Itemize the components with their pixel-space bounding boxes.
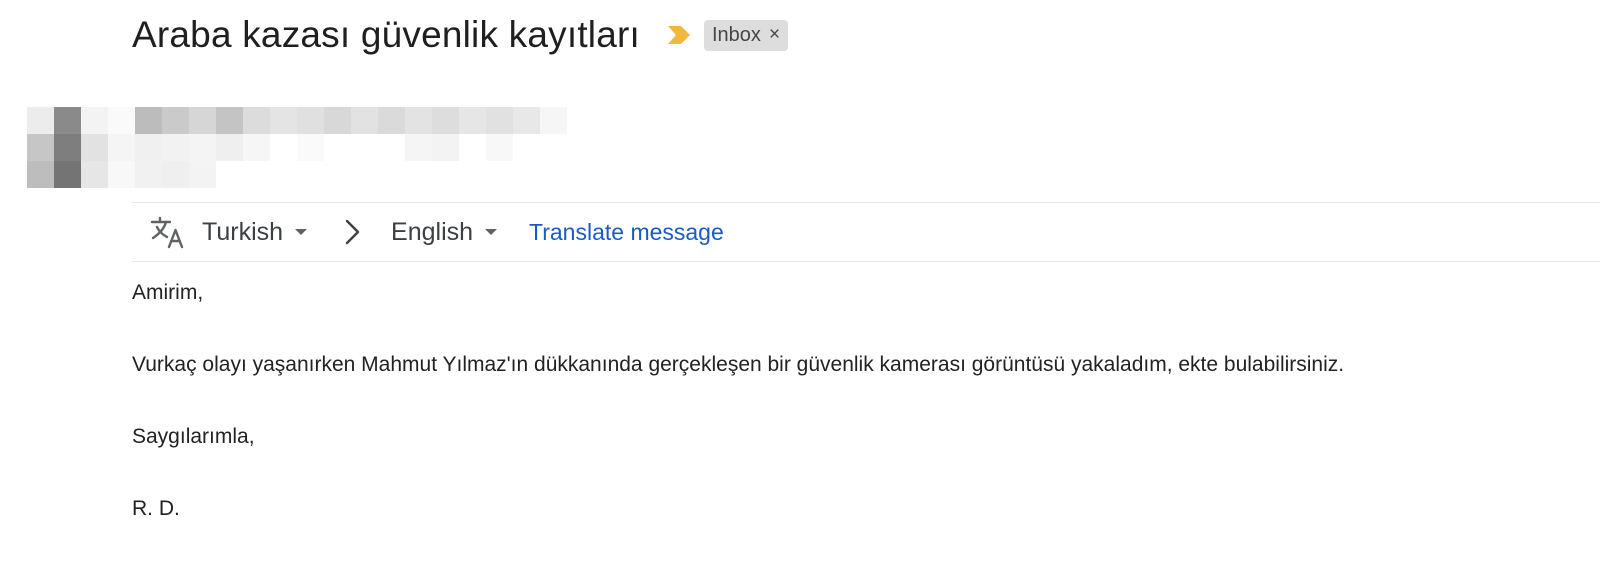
signature-text: R. D. [132,497,180,520]
subject-row: Araba kazası güvenlik kayıtları Inbox × [132,10,789,60]
body-paragraph: Vurkaç olayı yaşanırken Mahmut Yılmaz'ın… [132,353,1345,376]
label-chip-text: Inbox [712,23,761,46]
chevron-down-icon [295,229,308,235]
target-language-label: English [391,217,474,246]
redacted-sender-block [27,107,577,191]
translate-bar: Turkish English Translate message [132,202,1600,262]
remove-label-icon[interactable]: × [769,24,780,46]
email-subject: Araba kazası güvenlik kayıtları [132,14,640,55]
closing-text: Saygılarımla, [132,425,255,448]
chevron-right-icon [343,218,363,246]
label-chip-inbox: Inbox × [704,19,789,51]
source-language-label: Turkish [202,217,284,246]
greeting-text: Amirim, [132,281,204,304]
translate-icon [150,214,186,250]
source-language-select[interactable]: Turkish [202,217,308,247]
translate-message-link[interactable]: Translate message [529,219,724,246]
message-body: Amirim, Vurkaç olayı yaşanırken Mahmut Y… [132,278,1572,524]
importance-arrow-icon[interactable] [666,24,692,46]
target-language-select[interactable]: English [391,217,498,247]
chevron-down-icon [485,229,498,235]
email-view: Araba kazası güvenlik kayıtları Inbox × [0,0,1600,570]
